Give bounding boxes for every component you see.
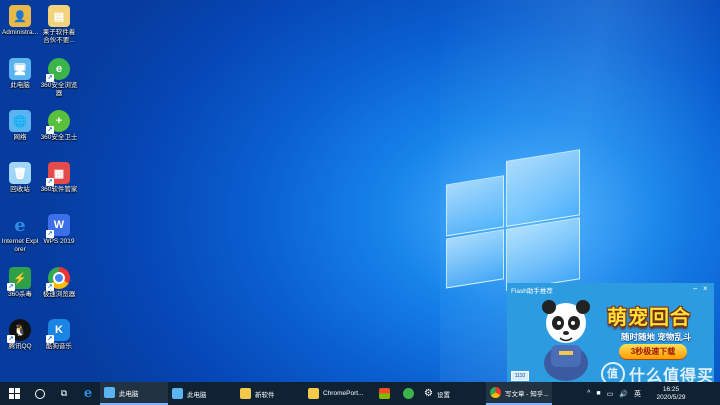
task-view-button[interactable]: ⧉ <box>52 382 76 405</box>
zhi-logo-icon: 值 <box>600 362 625 382</box>
taskbar-item-settings[interactable]: ⚙ 设置 <box>420 382 486 405</box>
antivirus-icon: ⚡ ↗ <box>7 267 31 291</box>
chevron-up-icon[interactable]: ^ <box>587 390 590 397</box>
clock[interactable]: 16:25 2020/5/29 <box>646 382 696 405</box>
clock-time: 16:25 <box>662 385 680 393</box>
desktop-icon-360-browser[interactable]: e ↗ 360安全浏览器 <box>39 58 79 98</box>
desktop-icon-qq[interactable]: 🐧 ↗ 腾讯QQ <box>0 319 40 351</box>
desktop-icon-360-software[interactable]: ▦ ↗ 360软件管家 <box>39 162 79 194</box>
taskbar-item-this-pc-1[interactable]: 此电脑 <box>100 382 168 405</box>
taskbar-item-chromeportable[interactable]: ChromePort... <box>304 382 372 405</box>
taskbar-item-this-pc-2[interactable]: 此电脑 <box>168 382 236 405</box>
desktop-icon-folder[interactable]: ▤ 果子软件着 合伙不要... <box>39 5 79 45</box>
taskbar-item-store[interactable] <box>372 382 396 405</box>
desktop-icon-wps[interactable]: W ↗ WPS 2019 <box>39 214 79 246</box>
folder-icon <box>240 388 251 399</box>
game-logo-text: 萌宠回合 <box>607 307 691 329</box>
kugou-icon: K ↗ <box>46 319 70 343</box>
ie-icon: e <box>83 386 93 401</box>
system-tray: ^ ■ ▭ 🔊 英 <box>552 382 646 405</box>
store-icon <box>378 388 390 399</box>
popup-subtitle: 随时随地 宠物乱斗 <box>621 332 692 342</box>
wps-icon: W ↗ <box>46 214 70 238</box>
windows-logo-wallpaper <box>446 149 580 295</box>
desktop: 👤 Administra... ▤ 果子软件着 合伙不要... 🖥 此电脑 e ↗… <box>0 0 720 382</box>
panda-mascot-image <box>542 300 590 381</box>
logo-pane-br <box>506 217 580 291</box>
folder-icon <box>308 388 319 399</box>
gear-icon: ⚙ <box>424 388 433 399</box>
taskbar-ie-button[interactable]: e <box>76 382 100 405</box>
desktop-icon-360-security[interactable]: + ↗ 360安全卫士 <box>39 110 79 142</box>
ie-icon: e <box>14 214 26 236</box>
desktop-icon-this-pc[interactable]: 🖥 此电脑 <box>0 58 40 90</box>
chrome-icon: ↗ <box>46 267 70 291</box>
computer-icon: 🖥 <box>9 58 31 80</box>
desktop-icon-ie[interactable]: e Internet Explorer <box>0 214 40 254</box>
volume-icon[interactable]: 🔊 <box>619 390 628 398</box>
desktop-icon-network[interactable]: 🌐 网络 <box>0 110 40 142</box>
start-button[interactable] <box>0 382 28 405</box>
desktop-icon-chrome[interactable]: ↗ 极速浏览器 <box>39 267 79 299</box>
computer-icon <box>104 387 115 398</box>
search-button[interactable] <box>28 382 52 405</box>
windows-start-icon <box>8 388 20 399</box>
computer-icon <box>172 388 183 399</box>
taskbar: ⧉ e 此电脑 此电脑 新软件 ChromePort... ⚙ 设置 写文章 -… <box>0 382 720 405</box>
chrome-icon <box>490 387 501 398</box>
logo-pane-tr <box>506 149 580 227</box>
browser-360-icon <box>402 388 414 399</box>
qq-icon: 🐧 ↗ <box>7 319 31 343</box>
tray-app-icon[interactable]: ■ <box>596 390 600 397</box>
logo-pane-tl <box>446 175 504 237</box>
desktop-icon-kugou[interactable]: K ↗ 酷狗音乐 <box>39 319 79 351</box>
desktop-icon-recycle-bin[interactable]: 🗑 回收站 <box>0 162 40 194</box>
watermark: 值 什么值得买 <box>600 362 714 382</box>
taskbar-item-new-software[interactable]: 新软件 <box>236 382 304 405</box>
recycle-bin-icon: 🗑 <box>9 162 31 184</box>
cortana-circle-icon <box>35 388 45 399</box>
network-icon: 🌐 <box>9 110 31 132</box>
software-manager-icon: ▦ ↗ <box>46 162 70 186</box>
browser-360-icon: e ↗ <box>46 58 70 82</box>
user-folder-icon: 👤 <box>9 5 31 27</box>
download-button[interactable]: 3秒极速下载 <box>619 344 687 359</box>
folder-icon: ▤ <box>48 5 70 27</box>
minimize-icon[interactable]: – <box>693 284 697 293</box>
logo-pane-bl <box>446 229 504 289</box>
popup-badge: 1110 <box>511 371 529 381</box>
desktop-icon-360-antivirus[interactable]: ⚡ ↗ 360杀毒 <box>0 267 40 299</box>
network-icon[interactable]: ▭ <box>607 390 614 398</box>
security-360-icon: + ↗ <box>46 110 70 134</box>
close-icon[interactable]: × <box>703 284 708 293</box>
task-view-icon: ⧉ <box>60 388 68 398</box>
ime-indicator[interactable]: 英 <box>634 389 641 399</box>
watermark-text: 什么值得买 <box>628 368 714 382</box>
taskbar-item-chrome-zhihu[interactable]: 写文章 - 知乎... <box>486 382 552 405</box>
clock-date: 2020/5/29 <box>656 393 686 401</box>
desktop-icon-administrator[interactable]: 👤 Administra... <box>0 5 40 37</box>
taskbar-item-360-browser[interactable] <box>396 382 420 405</box>
